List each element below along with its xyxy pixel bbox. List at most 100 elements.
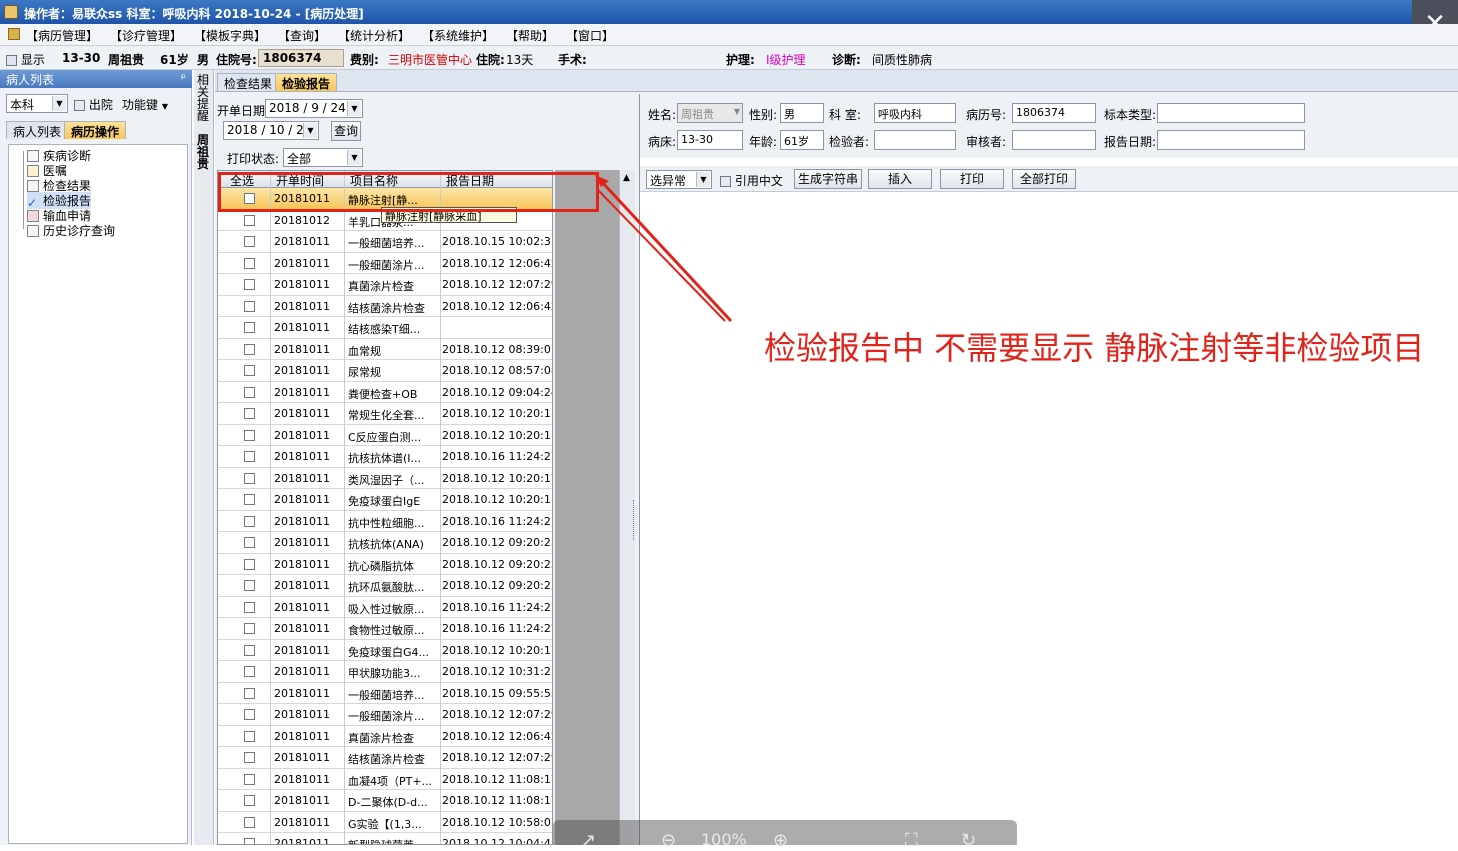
abnormal-select[interactable]: 选异常 ▼ [646, 170, 712, 189]
row-checkbox[interactable] [244, 257, 255, 269]
table-row[interactable]: 20181011 吸入性过敏原... 2018.10.16 11:24:27 [218, 597, 552, 618]
row-checkbox[interactable] [244, 666, 255, 677]
table-row[interactable]: 20181011 抗核抗体(ANA) 2018.10.12 09:20:25 [218, 532, 552, 554]
row-checkbox[interactable] [244, 236, 255, 247]
insert-button[interactable]: 插入 [868, 169, 932, 189]
menu-item-statistics[interactable]: 【统计分析】 [338, 27, 410, 44]
table-row[interactable]: 20181011 结核菌涂片检查 2018.10.12 12:07:29 [218, 747, 552, 769]
table-row[interactable]: 20181011 真菌涂片检查 2018.10.12 12:07:29 [218, 274, 552, 296]
table-row[interactable]: 20181011 抗核抗体谱(I... 2018.10.16 11:24:27 [218, 446, 552, 468]
row-checkbox[interactable] [244, 558, 255, 570]
row-checkbox[interactable] [244, 494, 255, 505]
row-checkbox[interactable] [244, 472, 255, 484]
table-row[interactable]: 20181011 一般细菌涂片... 2018.10.12 12:06:42 [218, 253, 552, 274]
scroll-up-icon[interactable]: ▲ [623, 173, 630, 183]
dept-select[interactable]: 本科 ▼ [6, 94, 68, 113]
side-tab-patient[interactable]: 周祖贵 [197, 134, 211, 170]
menu-item-query[interactable]: 【查询】 [278, 27, 326, 44]
row-checkbox[interactable] [244, 580, 255, 591]
fit-screen-icon[interactable]: ⛶ [905, 830, 918, 851]
date-to-picker[interactable]: 2018 / 10 / 24 ▼ [223, 121, 319, 140]
pin-icon[interactable]: ᵖ [181, 71, 186, 85]
table-row[interactable]: 20181011 免疫球蛋白G4... 2018.10.12 10:20:11 [218, 640, 552, 661]
query-button[interactable]: 查询 [331, 121, 361, 141]
splitter-grip[interactable] [633, 500, 637, 540]
share-icon[interactable]: ↗ [581, 830, 596, 851]
print-all-button[interactable]: 全部打印 [1012, 169, 1076, 189]
show-checkbox[interactable] [6, 55, 17, 66]
date-from-picker[interactable]: 2018 / 9 / 24 ▼ [265, 99, 363, 118]
row-checkbox[interactable] [244, 752, 255, 763]
dept-field[interactable]: 呼吸内科 [874, 103, 956, 123]
row-checkbox[interactable] [244, 300, 255, 312]
table-row[interactable]: 20181011 抗心磷脂抗体 2018.10.12 09:20:25 [218, 554, 552, 575]
row-checkbox[interactable] [244, 795, 255, 806]
row-checkbox[interactable] [244, 709, 255, 720]
row-checkbox[interactable] [244, 601, 255, 613]
table-row[interactable]: 20181011 甲状腺功能3... 2018.10.12 10:31:21 [218, 661, 552, 683]
print-status-select[interactable]: 全部 ▼ [283, 148, 363, 167]
table-row[interactable]: 20181011 一般细菌涂片... 2018.10.12 12:07:29 [218, 704, 552, 726]
function-key-button[interactable]: 功能键 ▼ [122, 96, 168, 113]
menu-item-system[interactable]: 【系统维护】 [422, 27, 494, 44]
table-row[interactable]: 20181011 结核感染T细... [218, 317, 552, 339]
menu-item-record-mgmt[interactable]: 【病历管理】 [26, 27, 98, 44]
menu-item-template-dict[interactable]: 【模板字典】 [194, 27, 266, 44]
specimen-field[interactable] [1157, 103, 1305, 123]
table-row[interactable]: 20181011 G实验【(1,3... 2018.10.12 10:58:07 [218, 812, 552, 833]
table-row[interactable]: 20181011 抗中性粒细胞... 2018.10.16 11:24:27 [218, 511, 552, 532]
zoom-out-icon[interactable]: ⊖ [661, 830, 676, 851]
tester-field[interactable] [874, 130, 956, 150]
table-row[interactable]: 20181011 粪便检查+OB 2018.10.12 09:04:24 [218, 382, 552, 403]
table-row[interactable]: 20181011 类风湿因子（... 2018.10.12 10:20:11 [218, 468, 552, 489]
tree-item-history[interactable]: 历史诊疗查询 [27, 222, 115, 239]
discharged-toggle[interactable]: 出院 [74, 96, 113, 113]
row-checkbox[interactable] [244, 730, 255, 742]
row-checkbox[interactable] [244, 279, 255, 290]
zoom-in-icon[interactable]: ⊕ [773, 830, 788, 851]
menu-item-help[interactable]: 【帮助】 [506, 27, 554, 44]
row-checkbox[interactable] [244, 365, 255, 376]
table-row[interactable]: 20181011 结核菌涂片检查 2018.10.12 12:06:42 [218, 296, 552, 317]
table-row[interactable]: 20181011 食物性过敏原... 2018.10.16 11:24:27 [218, 618, 552, 640]
row-checkbox[interactable] [244, 515, 255, 527]
row-checkbox[interactable] [244, 537, 255, 548]
sex-field[interactable]: 男 [780, 103, 824, 123]
table-row[interactable]: 20181011 D-二聚体(D-d... 2018.10.12 11:08:17 [218, 790, 552, 812]
tab-lab-report[interactable]: 检验报告 [275, 73, 338, 91]
row-checkbox[interactable] [244, 429, 255, 441]
rotate-icon[interactable]: ↻ [961, 830, 976, 851]
table-row[interactable]: 20181011 抗环瓜氨酸肽... 2018.10.12 09:20:25 [218, 575, 552, 597]
show-toggle[interactable]: 显示 [6, 51, 45, 68]
table-row[interactable]: 20181011 真菌涂片检查 2018.10.12 12:06:42 [218, 726, 552, 747]
side-tab-reminders[interactable]: 相关提醒 [197, 74, 211, 122]
row-checkbox[interactable] [244, 386, 255, 398]
reviewer-field[interactable] [1012, 130, 1096, 150]
table-row[interactable]: 20181011 一般细菌培养... 2018.10.15 10:02:31 [218, 231, 552, 253]
row-checkbox[interactable] [244, 773, 255, 785]
row-checkbox[interactable] [244, 322, 255, 333]
table-row[interactable]: 20181011 常规生化全套... 2018.10.12 10:20:11 [218, 403, 552, 425]
row-checkbox[interactable] [244, 838, 255, 844]
tab-patient-list[interactable]: 病人列表 [6, 121, 69, 139]
table-row[interactable]: 20181011 血凝4项（PT+... 2018.10.12 11:08:17 [218, 769, 552, 790]
row-checkbox[interactable] [244, 214, 255, 226]
quote-chinese-checkbox[interactable] [720, 176, 731, 187]
menu-item-window[interactable]: 【窗口】 [566, 27, 614, 44]
row-checkbox[interactable] [244, 644, 255, 656]
row-checkbox[interactable] [244, 623, 255, 634]
bed-field[interactable]: 13-30 [677, 130, 743, 150]
row-checkbox[interactable] [244, 408, 255, 419]
table-row[interactable]: 20181011 免疫球蛋白IgE 2018.10.12 10:20:11 [218, 489, 552, 511]
table-row[interactable]: 20181011 血常规 2018.10.12 08:39:07 [218, 339, 552, 360]
table-row[interactable]: 20181011 尿常规 2018.10.12 08:57:08 [218, 360, 552, 382]
quote-chinese-toggle[interactable]: 引用中文 [720, 172, 783, 189]
tab-exam-results[interactable]: 检查结果 [217, 73, 280, 91]
row-checkbox[interactable] [244, 816, 255, 828]
row-checkbox[interactable] [244, 687, 255, 699]
table-row[interactable]: 20181011 C反应蛋白测... 2018.10.12 10:20:11 [218, 425, 552, 446]
mrn-field[interactable]: 1806374 [1012, 103, 1096, 123]
discharged-checkbox[interactable] [74, 100, 85, 111]
tab-record-ops[interactable]: 病历操作 [64, 121, 127, 139]
row-checkbox[interactable] [244, 343, 255, 355]
